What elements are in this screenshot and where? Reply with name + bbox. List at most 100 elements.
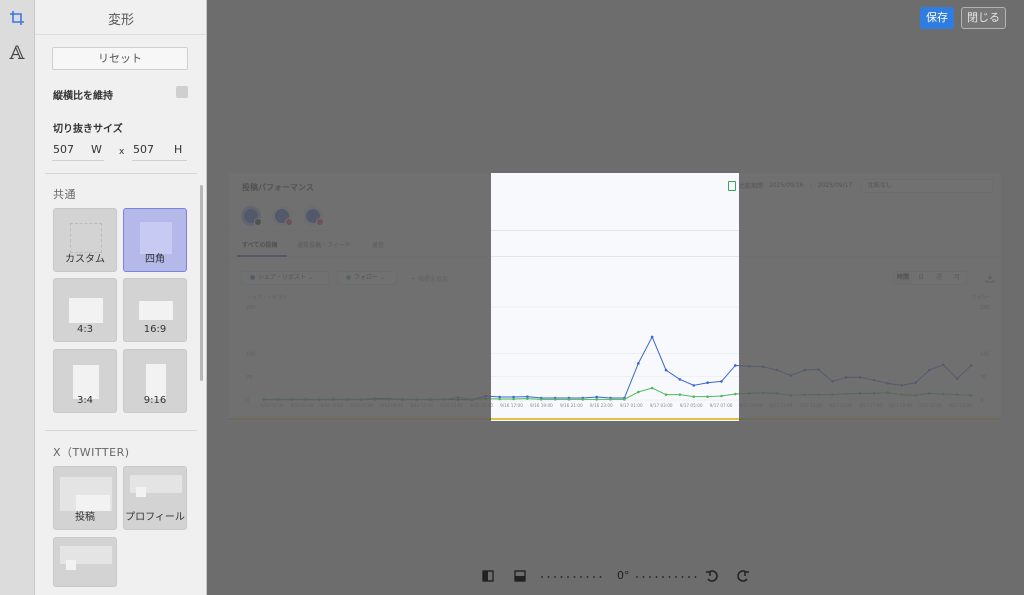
x-tick-label: 9/17 19:00 (889, 403, 912, 408)
x-tick-label: 9/17 13:00 (799, 403, 822, 408)
divider (35, 34, 206, 35)
data-point (747, 364, 751, 368)
data-point (747, 392, 751, 395)
panel-title: 変形 (107, 13, 134, 28)
close-button[interactable]: 閉じる (961, 7, 1006, 29)
data-point (539, 398, 543, 401)
preset-3-4[interactable]: 3:4 (53, 349, 117, 413)
x-tick-label: 9/16 03:00 (291, 403, 314, 408)
data-point (262, 398, 266, 401)
preset-label: 投稿 (75, 512, 95, 523)
preset-label: 9:16 (143, 395, 167, 406)
data-point (831, 393, 834, 396)
preset-x-header[interactable] (53, 537, 117, 587)
data-point (858, 392, 862, 395)
data-point (373, 398, 377, 401)
data-point (955, 393, 959, 396)
crop-canvas-image[interactable]: 投稿パフォーマンス 比較期間 2025/09/16 - 2025/09/17 比… (229, 173, 1001, 421)
data-point (886, 391, 890, 394)
data-point (817, 368, 820, 371)
preset-shape (136, 487, 146, 497)
flip-horizontal-icon[interactable] (480, 568, 496, 584)
x-tick-label: 9/17 15:00 (829, 403, 852, 408)
preset-x-profile[interactable]: プロフィール (123, 466, 187, 530)
crop-size-label: 切り抜きサイズ (53, 124, 123, 135)
text-tool-button[interactable]: 𝔸 (4, 40, 30, 66)
preset-shape (69, 298, 103, 323)
data-point (484, 397, 488, 400)
rotation-slider-left[interactable] (540, 576, 610, 578)
rotate-right-icon[interactable] (735, 568, 751, 584)
reset-button[interactable]: リセット (52, 47, 188, 70)
preset-16-9[interactable]: 16:9 (123, 278, 187, 342)
preset-label: 4:3 (76, 324, 94, 335)
slider-dot (642, 576, 645, 578)
slider-dot (649, 576, 651, 578)
data-point (276, 398, 280, 401)
preset-x-post[interactable]: 投稿 (53, 466, 117, 530)
preset-square[interactable]: 四角 (123, 208, 187, 272)
rotate-left-icon[interactable] (704, 568, 720, 584)
transform-panel: 変形 リセット 縦横比を維持 切り抜きサイズ 507 W x 507 H 共通 … (35, 0, 207, 595)
data-point (844, 376, 848, 379)
data-point (734, 364, 737, 367)
preset-label: 四角 (145, 254, 165, 265)
x-tick-label: 9/17 05:00 (680, 403, 703, 408)
crop-width-input[interactable]: 507 (53, 143, 74, 156)
data-point (650, 335, 654, 339)
y-tick-label-right: 0 (980, 398, 983, 404)
slider-dot (573, 576, 576, 578)
slider-dot (655, 576, 658, 578)
data-point (761, 365, 765, 369)
data-point (969, 394, 973, 397)
data-point (429, 398, 432, 401)
size-separator: x (119, 147, 125, 157)
tool-rail: 𝔸 (0, 0, 35, 595)
data-point (761, 391, 765, 394)
data-point (609, 398, 612, 401)
data-point (872, 392, 876, 395)
data-point (844, 392, 848, 396)
height-unit: H (174, 143, 183, 156)
slider-dot (586, 576, 589, 578)
data-point (567, 398, 571, 401)
rotation-slider-right[interactable] (635, 576, 705, 578)
data-point (706, 381, 709, 385)
slider-dot (560, 576, 563, 578)
data-point (345, 398, 349, 401)
crop-height-input[interactable]: 507 (133, 143, 154, 156)
text-icon: 𝔸 (9, 42, 25, 64)
x-tick-label: 9/16 19:00 (530, 403, 553, 408)
data-point (623, 398, 626, 401)
data-point (928, 392, 931, 395)
preset-shape (139, 301, 173, 320)
save-button[interactable]: 保存 (920, 7, 954, 29)
y-tick-label-left: 0 (246, 398, 249, 404)
yellow-rule (229, 418, 1001, 420)
crop-tool-button[interactable] (4, 5, 30, 31)
y-tick-label-left: 280 (246, 305, 256, 311)
x-tick-label: 9/17 09:00 (740, 403, 763, 408)
x-tick-label: 9/17 17:00 (859, 403, 882, 408)
slider-dot (636, 576, 638, 578)
data-point (914, 381, 917, 385)
data-point (955, 377, 959, 381)
slider-dot (554, 576, 556, 578)
line-chart: 0 0 70 70 140 140 280 280 9/16 01:00 9/16 03:00 9/… (246, 305, 990, 408)
x-tick-label: 9/16 15:00 (470, 403, 493, 408)
data-point (318, 398, 321, 401)
flip-vertical-icon[interactable] (512, 568, 528, 584)
data-point (775, 392, 779, 395)
preset-9-16[interactable]: 9:16 (123, 349, 187, 413)
data-point (789, 394, 793, 397)
preset-custom[interactable]: カスタム (53, 208, 117, 272)
panel-scrollbar[interactable] (200, 185, 203, 381)
preset-4-3[interactable]: 4:3 (53, 278, 117, 342)
keep-aspect-checkbox[interactable] (176, 86, 188, 98)
data-point (886, 382, 890, 385)
x-tick-label: 9/17 03:00 (650, 403, 673, 408)
data-point (817, 393, 820, 396)
section-x-label: X（TWITTER) (53, 446, 130, 459)
data-point (734, 392, 737, 396)
y-tick-label-right: 140 (980, 352, 990, 358)
